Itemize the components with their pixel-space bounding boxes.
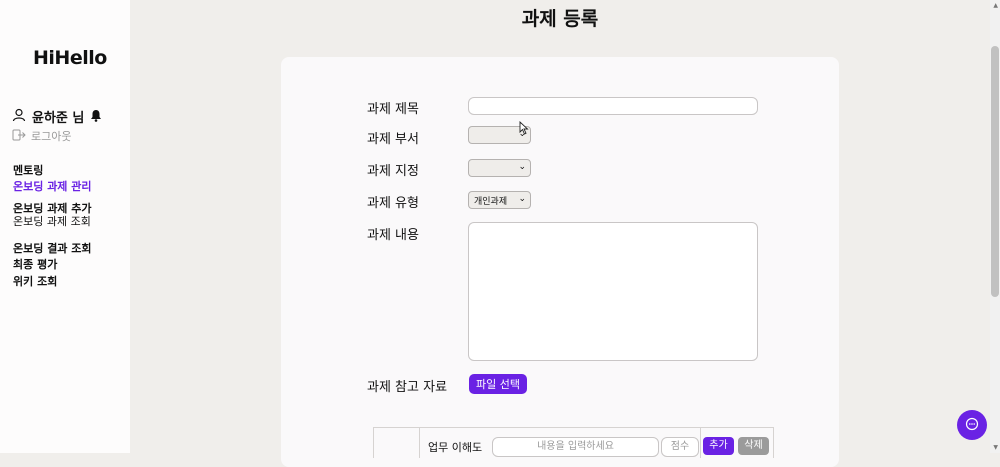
delete-row-button[interactable]: 삭제: [738, 437, 769, 455]
table-divider: [700, 428, 701, 458]
chat-icon: [965, 416, 979, 435]
title-label: 과제 제목: [367, 102, 419, 117]
user-name: 윤하준 님: [32, 111, 85, 126]
eval-content-input[interactable]: 내용을 입력하세요: [492, 437, 659, 457]
type-select-value: 개인과제: [474, 196, 508, 207]
type-select[interactable]: 개인과제 ⌄: [468, 191, 531, 209]
type-label: 과제 유형: [367, 196, 419, 211]
logout-label: 로그아웃: [31, 130, 72, 143]
mouse-cursor-icon: [519, 120, 529, 139]
chat-button[interactable]: [957, 410, 987, 440]
logout-icon: [12, 129, 26, 144]
scrollbar[interactable]: ▲ ▼: [990, 0, 1000, 453]
menu-mentoring[interactable]: 멘토링: [13, 163, 43, 179]
menu-final-eval[interactable]: 최종 평가: [13, 257, 57, 273]
bell-icon[interactable]: [90, 107, 102, 126]
ref-label: 과제 참고 자료: [367, 380, 448, 395]
menu-onboarding-result[interactable]: 온보딩 결과 조회: [13, 241, 92, 257]
page-title: 과제 등록: [521, 8, 599, 30]
chevron-down-icon: ⌄: [518, 162, 526, 172]
sidebar: HiHello 윤하준 님 로그아웃 멘토링 온보딩 과제 관리 온보딩 과제 …: [0, 0, 130, 453]
user-info: 윤하준 님: [12, 107, 102, 126]
table-divider: [419, 428, 420, 458]
title-input[interactable]: [468, 97, 758, 115]
menu-onboarding-view[interactable]: 온보딩 과제 조회: [13, 214, 91, 230]
file-select-button[interactable]: 파일 선택: [469, 374, 527, 394]
content-label: 과제 내용: [367, 228, 419, 243]
scroll-up-arrow-icon[interactable]: ▲: [993, 2, 998, 9]
logout-button[interactable]: 로그아웃: [12, 128, 71, 144]
add-row-button[interactable]: 추가: [703, 437, 734, 455]
app-logo[interactable]: HiHello: [33, 47, 107, 69]
scrollbar-thumb[interactable]: [991, 46, 999, 297]
assign-label: 과제 지정: [367, 164, 419, 179]
chevron-down-icon: ⌄: [518, 194, 526, 204]
dept-label: 과제 부서: [367, 132, 419, 147]
menu-onboarding-manage[interactable]: 온보딩 과제 관리: [13, 179, 92, 195]
user-icon: [12, 107, 26, 126]
assign-select[interactable]: ⌄: [468, 159, 531, 177]
scroll-down-arrow-icon[interactable]: ▼: [993, 444, 998, 451]
content-textarea[interactable]: [468, 222, 758, 361]
menu-wiki[interactable]: 위키 조회: [13, 274, 57, 290]
eval-score-input[interactable]: 점수: [661, 437, 699, 457]
